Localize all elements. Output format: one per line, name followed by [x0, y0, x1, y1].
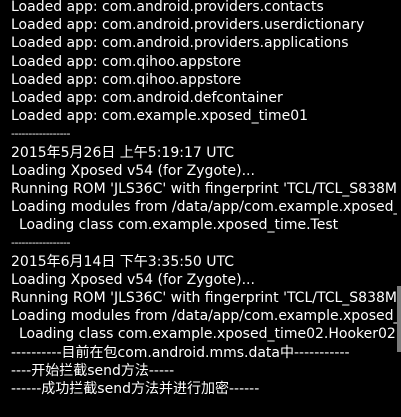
log-line: Loaded app: com.qihoo.appstore — [11, 53, 242, 70]
log-line: Loaded app: com.android.providers.applic… — [11, 35, 349, 52]
log-lines: Loaded app: com.android.providers.contac… — [11, 0, 397, 398]
log-line: 2015年5月26日 上午5:19:17 UTC — [11, 144, 234, 161]
log-line: Loaded app: com.qihoo.appstore — [11, 71, 242, 88]
log-line: Loading Xposed v54 (for Zygote)... — [11, 271, 255, 288]
log-line: Loading class com.example.xposed_time.Te… — [19, 217, 339, 234]
log-line: 2015年6月14日 下午3:35:50 UTC — [11, 253, 234, 270]
log-line: Loading modules from /data/app/com.examp… — [11, 308, 397, 325]
log-separator: ----------------- — [11, 127, 70, 141]
log-line: Loading modules from /data/app/com.examp… — [11, 199, 397, 216]
log-line: Running ROM 'JLS36C' with fingerprint 'T… — [11, 290, 397, 306]
log-line: Running ROM 'JLS36C' with fingerprint 'T… — [11, 180, 397, 197]
log-line: Loading Xposed v54 (for Zygote)... — [11, 162, 255, 179]
scrollbar-thumb[interactable] — [397, 286, 401, 352]
log-line: Loaded app: com.android.providers.userdi… — [11, 17, 365, 34]
log-separator: ----------------- — [11, 236, 70, 250]
log-line: Loaded app: com.android.defcontainer — [11, 89, 283, 106]
xposed-log-view[interactable]: Loaded app: com.android.providers.contac… — [0, 0, 401, 417]
log-line: Loading class com.example.xposed_time02.… — [19, 326, 396, 343]
log-line: ----------目前在包com.android.mms.data中-----… — [11, 344, 350, 361]
log-line: Loaded app: com.example.xposed_time01 — [11, 108, 309, 125]
log-line: ----开始拦截send方法----- — [11, 362, 175, 379]
log-line: ------成功拦截send方法并进行加密------ — [11, 380, 260, 397]
log-line: Loaded app: com.android.providers.contac… — [11, 0, 324, 15]
